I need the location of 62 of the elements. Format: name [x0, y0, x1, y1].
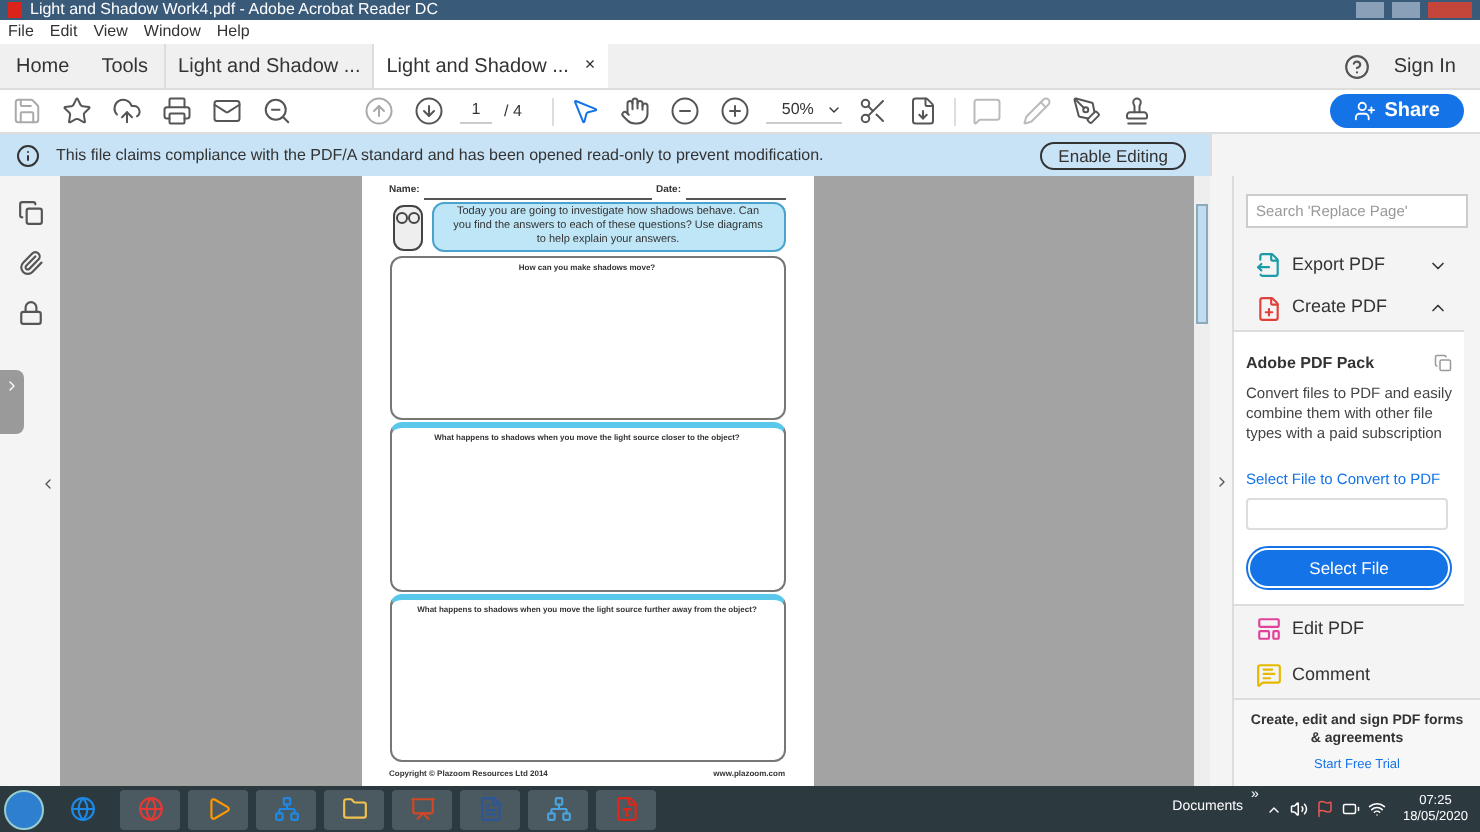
nav-tab[interactable]: Tools — [85, 44, 165, 88]
menu-item[interactable]: Window — [143, 20, 201, 44]
share-button[interactable]: Share — [1330, 94, 1464, 128]
help-icon[interactable] — [1343, 53, 1370, 79]
taskbar-app-button[interactable] — [528, 789, 588, 829]
app-icon — [205, 796, 231, 822]
pdf-icon — [8, 2, 22, 18]
battery-icon[interactable] — [1342, 800, 1361, 818]
taskbar-app-button[interactable] — [188, 789, 248, 829]
info-icon — [16, 143, 40, 167]
copy-icon — [1434, 354, 1452, 373]
file-input-field[interactable] — [1246, 498, 1448, 530]
volume-icon[interactable] — [1290, 800, 1309, 818]
start-button[interactable] — [4, 789, 44, 829]
document-icon — [1256, 295, 1282, 322]
caret-icon — [825, 102, 842, 118]
tool-item[interactable]: Export PDF — [1234, 244, 1480, 287]
app-icon — [137, 796, 163, 822]
document-scrollbar[interactable] — [1194, 176, 1210, 786]
menu-item[interactable]: Help — [216, 20, 250, 44]
taskbar-app-button[interactable] — [324, 789, 384, 829]
nav-tab[interactable]: Home — [0, 44, 86, 88]
window-title: Light and Shadow Work4.pdf - Adobe Acrobat Reader DC — [30, 0, 438, 20]
panel-handle[interactable] — [0, 370, 24, 434]
app-icon — [613, 796, 639, 822]
print-icon[interactable] — [158, 92, 196, 130]
collapse-icon[interactable] — [40, 476, 56, 492]
app-icon — [545, 796, 571, 822]
sign-in-button[interactable]: Sign In — [1393, 51, 1456, 81]
page-number-field[interactable]: 1 — [460, 98, 492, 124]
info-message: This file claims compliance with the PDF/A standard and has been opened read-only to prevent modification. — [56, 143, 824, 167]
tool-icon — [1256, 662, 1282, 688]
tool-item[interactable]: Comment — [1234, 652, 1480, 698]
app-icon — [409, 796, 435, 822]
menu-item[interactable]: File — [8, 20, 34, 44]
security-icon[interactable] — [17, 300, 43, 326]
document-tab[interactable]: Light and Shadow ... × — [372, 44, 608, 88]
zoom-dropdown[interactable]: 50% — [765, 98, 842, 124]
user-add-icon — [1354, 100, 1377, 122]
enable-editing-button[interactable]: Enable Editing — [1040, 141, 1186, 169]
app-icon — [273, 796, 299, 822]
tool-icon — [1256, 616, 1282, 642]
app-icon — [341, 796, 367, 822]
tool-item[interactable]: Edit PDF — [1234, 606, 1480, 652]
document-icon — [1256, 252, 1282, 279]
app-icon — [69, 796, 95, 822]
hand-icon[interactable] — [615, 92, 654, 130]
flag-icon[interactable] — [1316, 800, 1335, 818]
signal-icon[interactable] — [1368, 800, 1387, 818]
select-file-button[interactable]: Select File — [1250, 550, 1448, 586]
app-icon — [477, 796, 503, 822]
pages-icon[interactable] — [17, 200, 43, 226]
card-title: Adobe PDF Pack — [1246, 351, 1375, 376]
attachment-icon[interactable] — [17, 250, 43, 276]
taskbar-app-button[interactable] — [256, 789, 316, 829]
menu-item[interactable]: Edit — [49, 20, 78, 44]
next-page-icon[interactable] — [410, 92, 448, 130]
cartoon-character-drawing — [389, 201, 425, 253]
page-count: / 4 — [504, 99, 522, 123]
tool-item[interactable]: Create PDF — [1234, 286, 1480, 330]
close-tab-button[interactable]: × — [584, 52, 596, 80]
menu-item[interactable]: View — [93, 20, 128, 44]
